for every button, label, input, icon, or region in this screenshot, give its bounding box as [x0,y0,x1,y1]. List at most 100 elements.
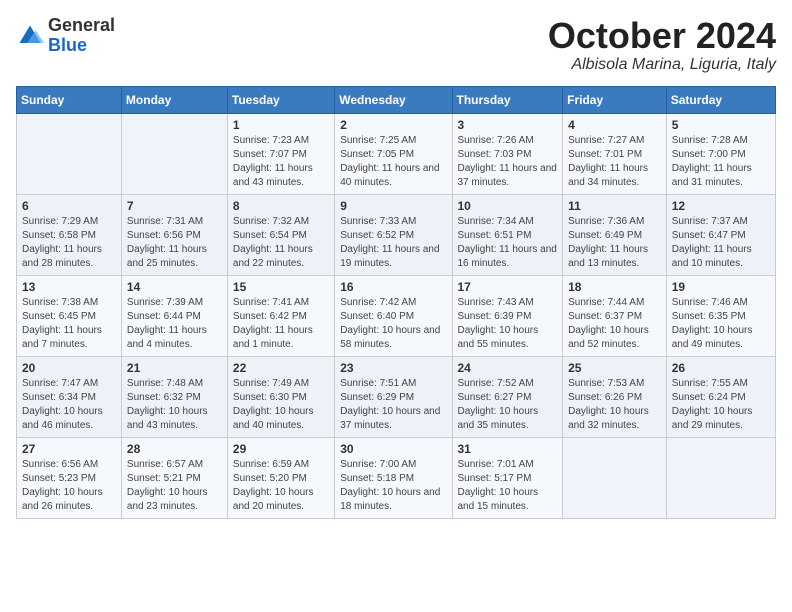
day-info: Sunrise: 7:32 AM Sunset: 6:54 PM Dayligh… [233,215,329,271]
calendar-cell: 30 Sunrise: 7:00 AM Sunset: 5:18 PM Dayli… [335,437,452,518]
calendar-cell [666,437,775,518]
day-info: Sunrise: 7:37 AM Sunset: 6:47 PM Dayligh… [672,215,770,271]
calendar-cell: 4 Sunrise: 7:27 AM Sunset: 7:01 PM Daylig… [563,113,667,194]
day-info: Sunrise: 7:44 AM Sunset: 6:37 PM Dayligh… [568,296,661,352]
day-number: 14 [127,280,222,294]
logo-blue-text: Blue [48,35,87,55]
calendar-cell: 21 Sunrise: 7:48 AM Sunset: 6:32 PM Dayli… [121,356,227,437]
day-info: Sunrise: 7:25 AM Sunset: 7:05 PM Dayligh… [340,134,446,190]
day-info: Sunrise: 7:33 AM Sunset: 6:52 PM Dayligh… [340,215,446,271]
day-number: 15 [233,280,329,294]
day-number: 22 [233,361,329,375]
calendar-cell: 18 Sunrise: 7:44 AM Sunset: 6:37 PM Dayli… [563,275,667,356]
calendar-cell: 16Sunrise: 7:42 AM Sunset: 6:40 PM Dayli… [335,275,452,356]
calendar-cell: 31 Sunrise: 7:01 AM Sunset: 5:17 PM Dayli… [452,437,563,518]
day-info: Sunrise: 7:36 AM Sunset: 6:49 PM Dayligh… [568,215,661,271]
day-number: 17 [458,280,558,294]
day-info: Sunrise: 7:53 AM Sunset: 6:26 PM Dayligh… [568,377,661,433]
day-info: Sunrise: 7:29 AM Sunset: 6:58 PM Dayligh… [22,215,116,271]
calendar-cell: 25 Sunrise: 7:53 AM Sunset: 6:26 PM Dayli… [563,356,667,437]
calendar-cell: 14 Sunrise: 7:39 AM Sunset: 6:44 PM Dayli… [121,275,227,356]
calendar-cell: 29Sunrise: 6:59 AM Sunset: 5:20 PM Dayli… [227,437,334,518]
day-number: 4 [568,118,661,132]
calendar-cell: 27 Sunrise: 6:56 AM Sunset: 5:23 PM Dayli… [17,437,122,518]
calendar-cell: 15Sunrise: 7:41 AM Sunset: 6:42 PM Dayli… [227,275,334,356]
location: Albisola Marina, Liguria, Italy [548,56,776,74]
day-info: Sunrise: 6:56 AM Sunset: 5:23 PM Dayligh… [22,458,116,514]
week-row-4: 20 Sunrise: 7:47 AM Sunset: 6:34 PM Dayli… [17,356,776,437]
day-number: 18 [568,280,661,294]
weekday-header-thursday: Thursday [452,86,563,113]
calendar-cell: 8 Sunrise: 7:32 AM Sunset: 6:54 PM Daylig… [227,194,334,275]
calendar-cell: 23Sunrise: 7:51 AM Sunset: 6:29 PM Dayli… [335,356,452,437]
calendar-cell [121,113,227,194]
day-number: 2 [340,118,446,132]
weekday-header-row: SundayMondayTuesdayWednesdayThursdayFrid… [17,86,776,113]
calendar-cell: 6 Sunrise: 7:29 AM Sunset: 6:58 PM Daylig… [17,194,122,275]
calendar-cell: 20 Sunrise: 7:47 AM Sunset: 6:34 PM Dayli… [17,356,122,437]
logo-icon [16,22,44,50]
week-row-5: 27 Sunrise: 6:56 AM Sunset: 5:23 PM Dayli… [17,437,776,518]
weekday-header-monday: Monday [121,86,227,113]
day-number: 31 [458,442,558,456]
day-number: 3 [458,118,558,132]
title-block: October 2024 Albisola Marina, Liguria, I… [548,16,776,74]
calendar-cell: 1Sunrise: 7:23 AM Sunset: 7:07 PM Daylig… [227,113,334,194]
day-number: 13 [22,280,116,294]
day-info: Sunrise: 7:34 AM Sunset: 6:51 PM Dayligh… [458,215,558,271]
day-info: Sunrise: 7:42 AM Sunset: 6:40 PM Dayligh… [340,296,446,352]
week-row-3: 13 Sunrise: 7:38 AM Sunset: 6:45 PM Dayli… [17,275,776,356]
logo-general-text: General [48,15,115,35]
day-info: Sunrise: 7:46 AM Sunset: 6:35 PM Dayligh… [672,296,770,352]
day-number: 10 [458,199,558,213]
day-number: 30 [340,442,446,456]
calendar-cell: 17Sunrise: 7:43 AM Sunset: 6:39 PM Dayli… [452,275,563,356]
day-info: Sunrise: 7:39 AM Sunset: 6:44 PM Dayligh… [127,296,222,352]
day-info: Sunrise: 7:28 AM Sunset: 7:00 PM Dayligh… [672,134,770,190]
day-number: 20 [22,361,116,375]
calendar-cell: 10 Sunrise: 7:34 AM Sunset: 6:51 PM Dayli… [452,194,563,275]
day-info: Sunrise: 7:49 AM Sunset: 6:30 PM Dayligh… [233,377,329,433]
calendar-cell [17,113,122,194]
calendar-cell: 5 Sunrise: 7:28 AM Sunset: 7:00 PM Daylig… [666,113,775,194]
day-info: Sunrise: 7:48 AM Sunset: 6:32 PM Dayligh… [127,377,222,433]
day-info: Sunrise: 7:26 AM Sunset: 7:03 PM Dayligh… [458,134,558,190]
day-info: Sunrise: 7:27 AM Sunset: 7:01 PM Dayligh… [568,134,661,190]
day-info: Sunrise: 7:52 AM Sunset: 6:27 PM Dayligh… [458,377,558,433]
day-info: Sunrise: 6:57 AM Sunset: 5:21 PM Dayligh… [127,458,222,514]
calendar-cell: 24 Sunrise: 7:52 AM Sunset: 6:27 PM Dayli… [452,356,563,437]
logo: General Blue [16,16,115,56]
day-number: 29 [233,442,329,456]
calendar-cell: 19Sunrise: 7:46 AM Sunset: 6:35 PM Dayli… [666,275,775,356]
weekday-header-friday: Friday [563,86,667,113]
weekday-header-wednesday: Wednesday [335,86,452,113]
calendar-cell: 3 Sunrise: 7:26 AM Sunset: 7:03 PM Daylig… [452,113,563,194]
day-number: 9 [340,199,446,213]
day-number: 7 [127,199,222,213]
day-number: 6 [22,199,116,213]
day-info: Sunrise: 7:01 AM Sunset: 5:17 PM Dayligh… [458,458,558,514]
day-number: 12 [672,199,770,213]
calendar-cell: 7 Sunrise: 7:31 AM Sunset: 6:56 PM Daylig… [121,194,227,275]
week-row-2: 6 Sunrise: 7:29 AM Sunset: 6:58 PM Daylig… [17,194,776,275]
calendar-cell: 9 Sunrise: 7:33 AM Sunset: 6:52 PM Daylig… [335,194,452,275]
page-header: General Blue October 2024 Albisola Marin… [16,16,776,74]
day-info: Sunrise: 7:38 AM Sunset: 6:45 PM Dayligh… [22,296,116,352]
day-number: 1 [233,118,329,132]
month-title: October 2024 [548,16,776,56]
day-number: 26 [672,361,770,375]
day-info: Sunrise: 7:51 AM Sunset: 6:29 PM Dayligh… [340,377,446,433]
day-number: 21 [127,361,222,375]
day-number: 8 [233,199,329,213]
day-info: Sunrise: 7:31 AM Sunset: 6:56 PM Dayligh… [127,215,222,271]
day-info: Sunrise: 7:47 AM Sunset: 6:34 PM Dayligh… [22,377,116,433]
day-number: 25 [568,361,661,375]
calendar-cell [563,437,667,518]
day-number: 27 [22,442,116,456]
day-info: Sunrise: 7:55 AM Sunset: 6:24 PM Dayligh… [672,377,770,433]
day-number: 24 [458,361,558,375]
day-info: Sunrise: 7:00 AM Sunset: 5:18 PM Dayligh… [340,458,446,514]
day-number: 5 [672,118,770,132]
calendar-cell: 2 Sunrise: 7:25 AM Sunset: 7:05 PM Daylig… [335,113,452,194]
day-number: 11 [568,199,661,213]
